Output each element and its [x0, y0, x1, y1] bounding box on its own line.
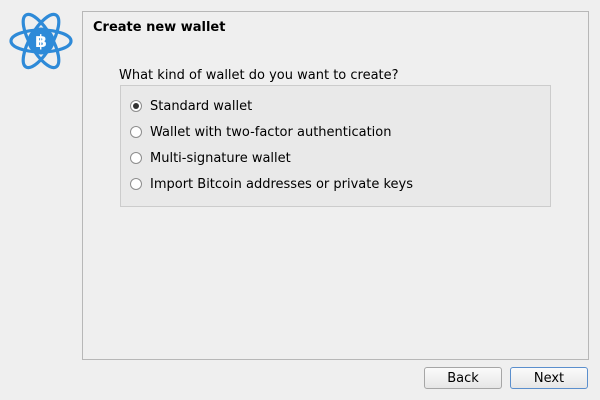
electrum-logo: ฿ — [9, 12, 73, 70]
wallet-type-question: What kind of wallet do you want to creat… — [119, 68, 399, 83]
radio-button[interactable] — [130, 152, 142, 164]
radio-button[interactable] — [130, 126, 142, 138]
option-import-addresses[interactable]: Import Bitcoin addresses or private keys — [130, 174, 413, 194]
page-title: Create new wallet — [93, 20, 226, 35]
svg-text:฿: ฿ — [35, 32, 47, 52]
option-standard-wallet[interactable]: Standard wallet — [130, 96, 252, 116]
option-multisig-wallet[interactable]: Multi-signature wallet — [130, 148, 291, 168]
option-two-factor-wallet[interactable]: Wallet with two-factor authentication — [130, 122, 392, 142]
next-button[interactable]: Next — [510, 367, 588, 389]
option-label: Multi-signature wallet — [150, 150, 291, 166]
option-label: Standard wallet — [150, 98, 253, 114]
back-button[interactable]: Back — [424, 367, 502, 389]
radio-button[interactable] — [130, 178, 142, 190]
option-label: Import Bitcoin addresses or private keys — [150, 176, 414, 192]
radio-button-selected[interactable] — [130, 100, 142, 112]
option-label: Wallet with two-factor authentication — [150, 124, 392, 140]
wallet-type-radio-group: Standard wallet Wallet with two-factor a… — [120, 85, 551, 207]
wizard-content-panel: Create new wallet What kind of wallet do… — [82, 11, 589, 360]
